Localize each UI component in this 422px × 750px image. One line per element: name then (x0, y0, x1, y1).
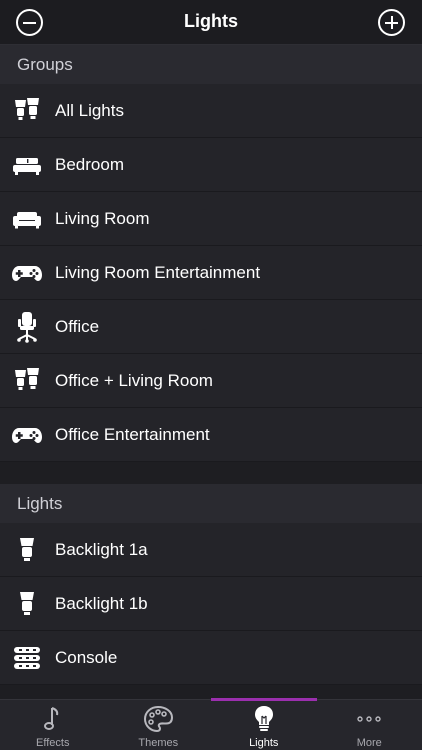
gamepad-icon (0, 246, 55, 300)
tab-label: Effects (36, 737, 70, 749)
multi-bulb-icon (0, 84, 55, 138)
light-row-label: Backlight 1b (55, 593, 148, 613)
group-row-label: Living Room Entertainment (55, 262, 261, 282)
bulb-icon (0, 577, 55, 631)
group-row[interactable]: All Lights (0, 84, 422, 138)
tab-more[interactable]: More (317, 700, 422, 750)
tab-lights[interactable]: Lights (211, 698, 317, 750)
navigation-bar: Lights (0, 0, 422, 45)
tab-label: Lights (249, 737, 279, 749)
tab-label: More (356, 737, 382, 749)
office-chair-icon (0, 300, 55, 354)
light-row[interactable]: Console (0, 631, 422, 685)
group-row[interactable]: Office + Living Room (0, 354, 422, 408)
light-row[interactable]: Backlight 1a (0, 523, 422, 577)
light-row[interactable]: Backlight 1b (0, 577, 422, 631)
lightbulb-icon (252, 703, 276, 735)
group-row[interactable]: Living Room (0, 192, 422, 246)
bulb-icon (0, 523, 55, 577)
tab-bar: Effects Themes Lights More (0, 698, 422, 750)
page-title: Lights (184, 11, 238, 31)
groups-section-header: Groups (0, 45, 422, 84)
lightstrip-icon (0, 631, 55, 685)
lights-section-header: Lights (0, 484, 422, 523)
more-dots-icon (356, 703, 382, 735)
lights-items: Backlight 1a Backlight 1b Console (0, 523, 422, 685)
group-row-label: All Lights (55, 100, 124, 120)
plus-icon-v (390, 16, 393, 29)
gamepad-icon (0, 408, 55, 462)
multi-bulb-icon (0, 354, 55, 408)
group-row-label: Office (55, 316, 100, 336)
tab-themes[interactable]: Themes (106, 700, 212, 750)
sofa-icon (0, 192, 55, 246)
group-row[interactable]: Office (0, 300, 422, 354)
bed-icon (0, 138, 55, 192)
group-row[interactable]: Living Room Entertainment (0, 246, 422, 300)
group-row-label: Office Entertainment (55, 424, 210, 444)
section-spacer (0, 462, 422, 484)
group-row[interactable]: Bedroom (0, 138, 422, 192)
tab-effects[interactable]: Effects (0, 700, 106, 750)
light-row-label: Backlight 1a (55, 539, 148, 559)
group-row[interactable]: Office Entertainment (0, 408, 422, 462)
active-tab-indicator (211, 698, 317, 701)
group-row-label: Living Room (55, 208, 150, 228)
tab-label: Themes (138, 737, 179, 749)
add-button[interactable] (378, 9, 405, 36)
groups-list: All Lights Bedroom Living Room Living Room … (0, 84, 422, 462)
group-row-label: Bedroom (55, 154, 124, 174)
music-note-icon (40, 703, 66, 735)
lights-list[interactable]: Groups All Lights Bedroom Living Room Livin… (0, 45, 422, 699)
light-row-label: Console (55, 647, 118, 667)
group-row-label: Office + Living Room (55, 370, 213, 390)
palette-icon (143, 703, 174, 735)
